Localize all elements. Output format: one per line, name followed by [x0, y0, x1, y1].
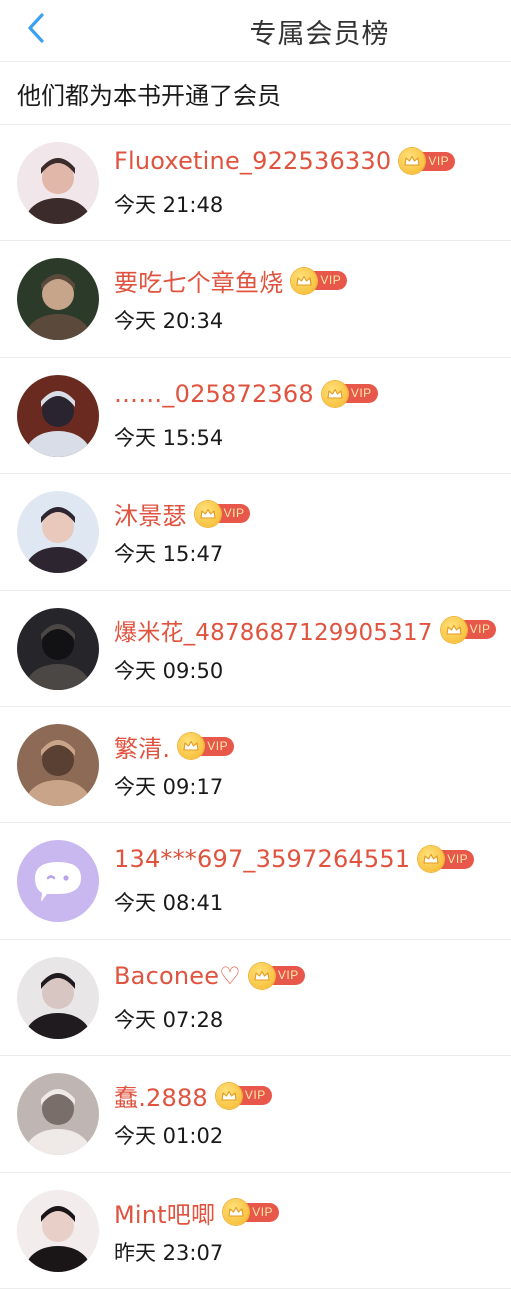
member-name[interactable]: 要吃七个章鱼烧: [114, 263, 283, 298]
member-name[interactable]: Fluoxetine_922536330: [114, 147, 391, 175]
member-time: 今天 08:41: [114, 891, 224, 916]
member-time: 今天 21:48: [114, 193, 224, 217]
member-row[interactable]: Baconee♡ VIP 今天 07:28: [0, 940, 511, 1057]
vip-badge: VIP: [194, 500, 251, 527]
avatar[interactable]: [17, 1073, 99, 1156]
crown-icon: [248, 962, 275, 989]
member-name-line: 要吃七个章鱼烧 VIP: [114, 263, 348, 298]
member-row[interactable]: 沐景瑟 VIP 今天 15:47: [0, 474, 511, 591]
default-avatar-icon[interactable]: [17, 840, 99, 923]
avatar[interactable]: [17, 607, 99, 690]
member-row[interactable]: 134***697_3597264551 VIP 今天 08:41: [0, 823, 511, 940]
member-row[interactable]: 爆米花_4878687129905317 VIP 今天 09:50: [0, 591, 511, 707]
member-row[interactable]: Fluoxetine_922536330 VIP 今天 21:48: [0, 125, 511, 242]
member-name[interactable]: Mint吧唧: [114, 1195, 215, 1230]
member-time: 今天 09:50: [114, 658, 224, 683]
member-name-line: Mint吧唧 VIP: [114, 1195, 280, 1230]
member-time: 今天 15:47: [114, 542, 224, 567]
member-name-line: 爆米花_4878687129905317 VIP: [114, 613, 497, 647]
member-name-line: 蠢.2888 VIP: [114, 1078, 272, 1113]
vip-badge: VIP: [440, 616, 497, 643]
member-name-line: 134***697_3597264551 VIP: [114, 845, 475, 873]
vip-badge: VIP: [399, 148, 456, 174]
member-name[interactable]: ……_025872368: [114, 380, 314, 408]
member-name[interactable]: 134***697_3597264551: [114, 845, 410, 873]
avatar[interactable]: [17, 1189, 99, 1272]
section-subtitle: 他们都为本书开通了会员: [17, 82, 281, 110]
avatar[interactable]: [17, 258, 99, 341]
vip-badge: VIP: [178, 733, 235, 760]
member-time: 今天 07:28: [114, 1007, 224, 1032]
member-name-line: Baconee♡ VIP: [114, 962, 305, 990]
member-name-line: 繁清. VIP: [114, 729, 235, 764]
member-name-line: 沐景瑟 VIP: [114, 496, 251, 531]
crown-icon: [321, 380, 348, 407]
nav-header: 专属会员榜: [0, 0, 511, 62]
vip-badge: VIP: [321, 380, 378, 407]
crown-icon: [194, 500, 221, 527]
avatar[interactable]: [17, 142, 99, 224]
vip-badge: VIP: [291, 267, 348, 294]
member-row[interactable]: 繁清. VIP 今天 09:17: [0, 707, 511, 824]
vip-badge: VIP: [215, 1082, 272, 1109]
crown-icon: [215, 1082, 242, 1109]
crown-icon: [440, 616, 467, 643]
member-name[interactable]: 繁清.: [114, 729, 170, 764]
page-title: 专属会员榜: [249, 19, 390, 50]
member-time: 昨天 23:07: [114, 1240, 224, 1265]
member-row[interactable]: ……_025872368 VIP 今天 15:54: [0, 358, 511, 475]
avatar[interactable]: [17, 374, 99, 457]
avatar[interactable]: [17, 956, 99, 1039]
member-row[interactable]: 要吃七个章鱼烧 VIP 今天 20:34: [0, 241, 511, 358]
vip-badge: VIP: [223, 1199, 280, 1226]
member-time: 今天 20:34: [114, 309, 224, 334]
member-name-line: Fluoxetine_922536330 VIP: [114, 147, 456, 175]
member-row[interactable]: Mint吧唧 VIP 昨天 23:07: [0, 1173, 511, 1289]
member-name[interactable]: 爆米花_4878687129905317: [114, 613, 433, 647]
member-time: 今天 09:17: [114, 774, 224, 799]
member-name[interactable]: 蠢.2888: [114, 1078, 208, 1113]
member-list: Fluoxetine_922536330 VIP 今天 21:48 要吃七个章鱼烧 VI…: [0, 124, 511, 1289]
member-time: 今天 15:54: [114, 425, 224, 450]
avatar[interactable]: [17, 723, 99, 806]
member-row[interactable]: 蠢.2888 VIP 今天 01:02: [0, 1056, 511, 1173]
member-name[interactable]: Baconee♡: [114, 962, 241, 990]
vip-badge: VIP: [248, 962, 305, 989]
member-time: 今天 01:02: [114, 1124, 224, 1149]
member-name-line: ……_025872368 VIP: [114, 380, 378, 408]
vip-badge: VIP: [418, 846, 475, 873]
member-name[interactable]: 沐景瑟: [114, 496, 187, 531]
avatar[interactable]: [17, 491, 99, 574]
